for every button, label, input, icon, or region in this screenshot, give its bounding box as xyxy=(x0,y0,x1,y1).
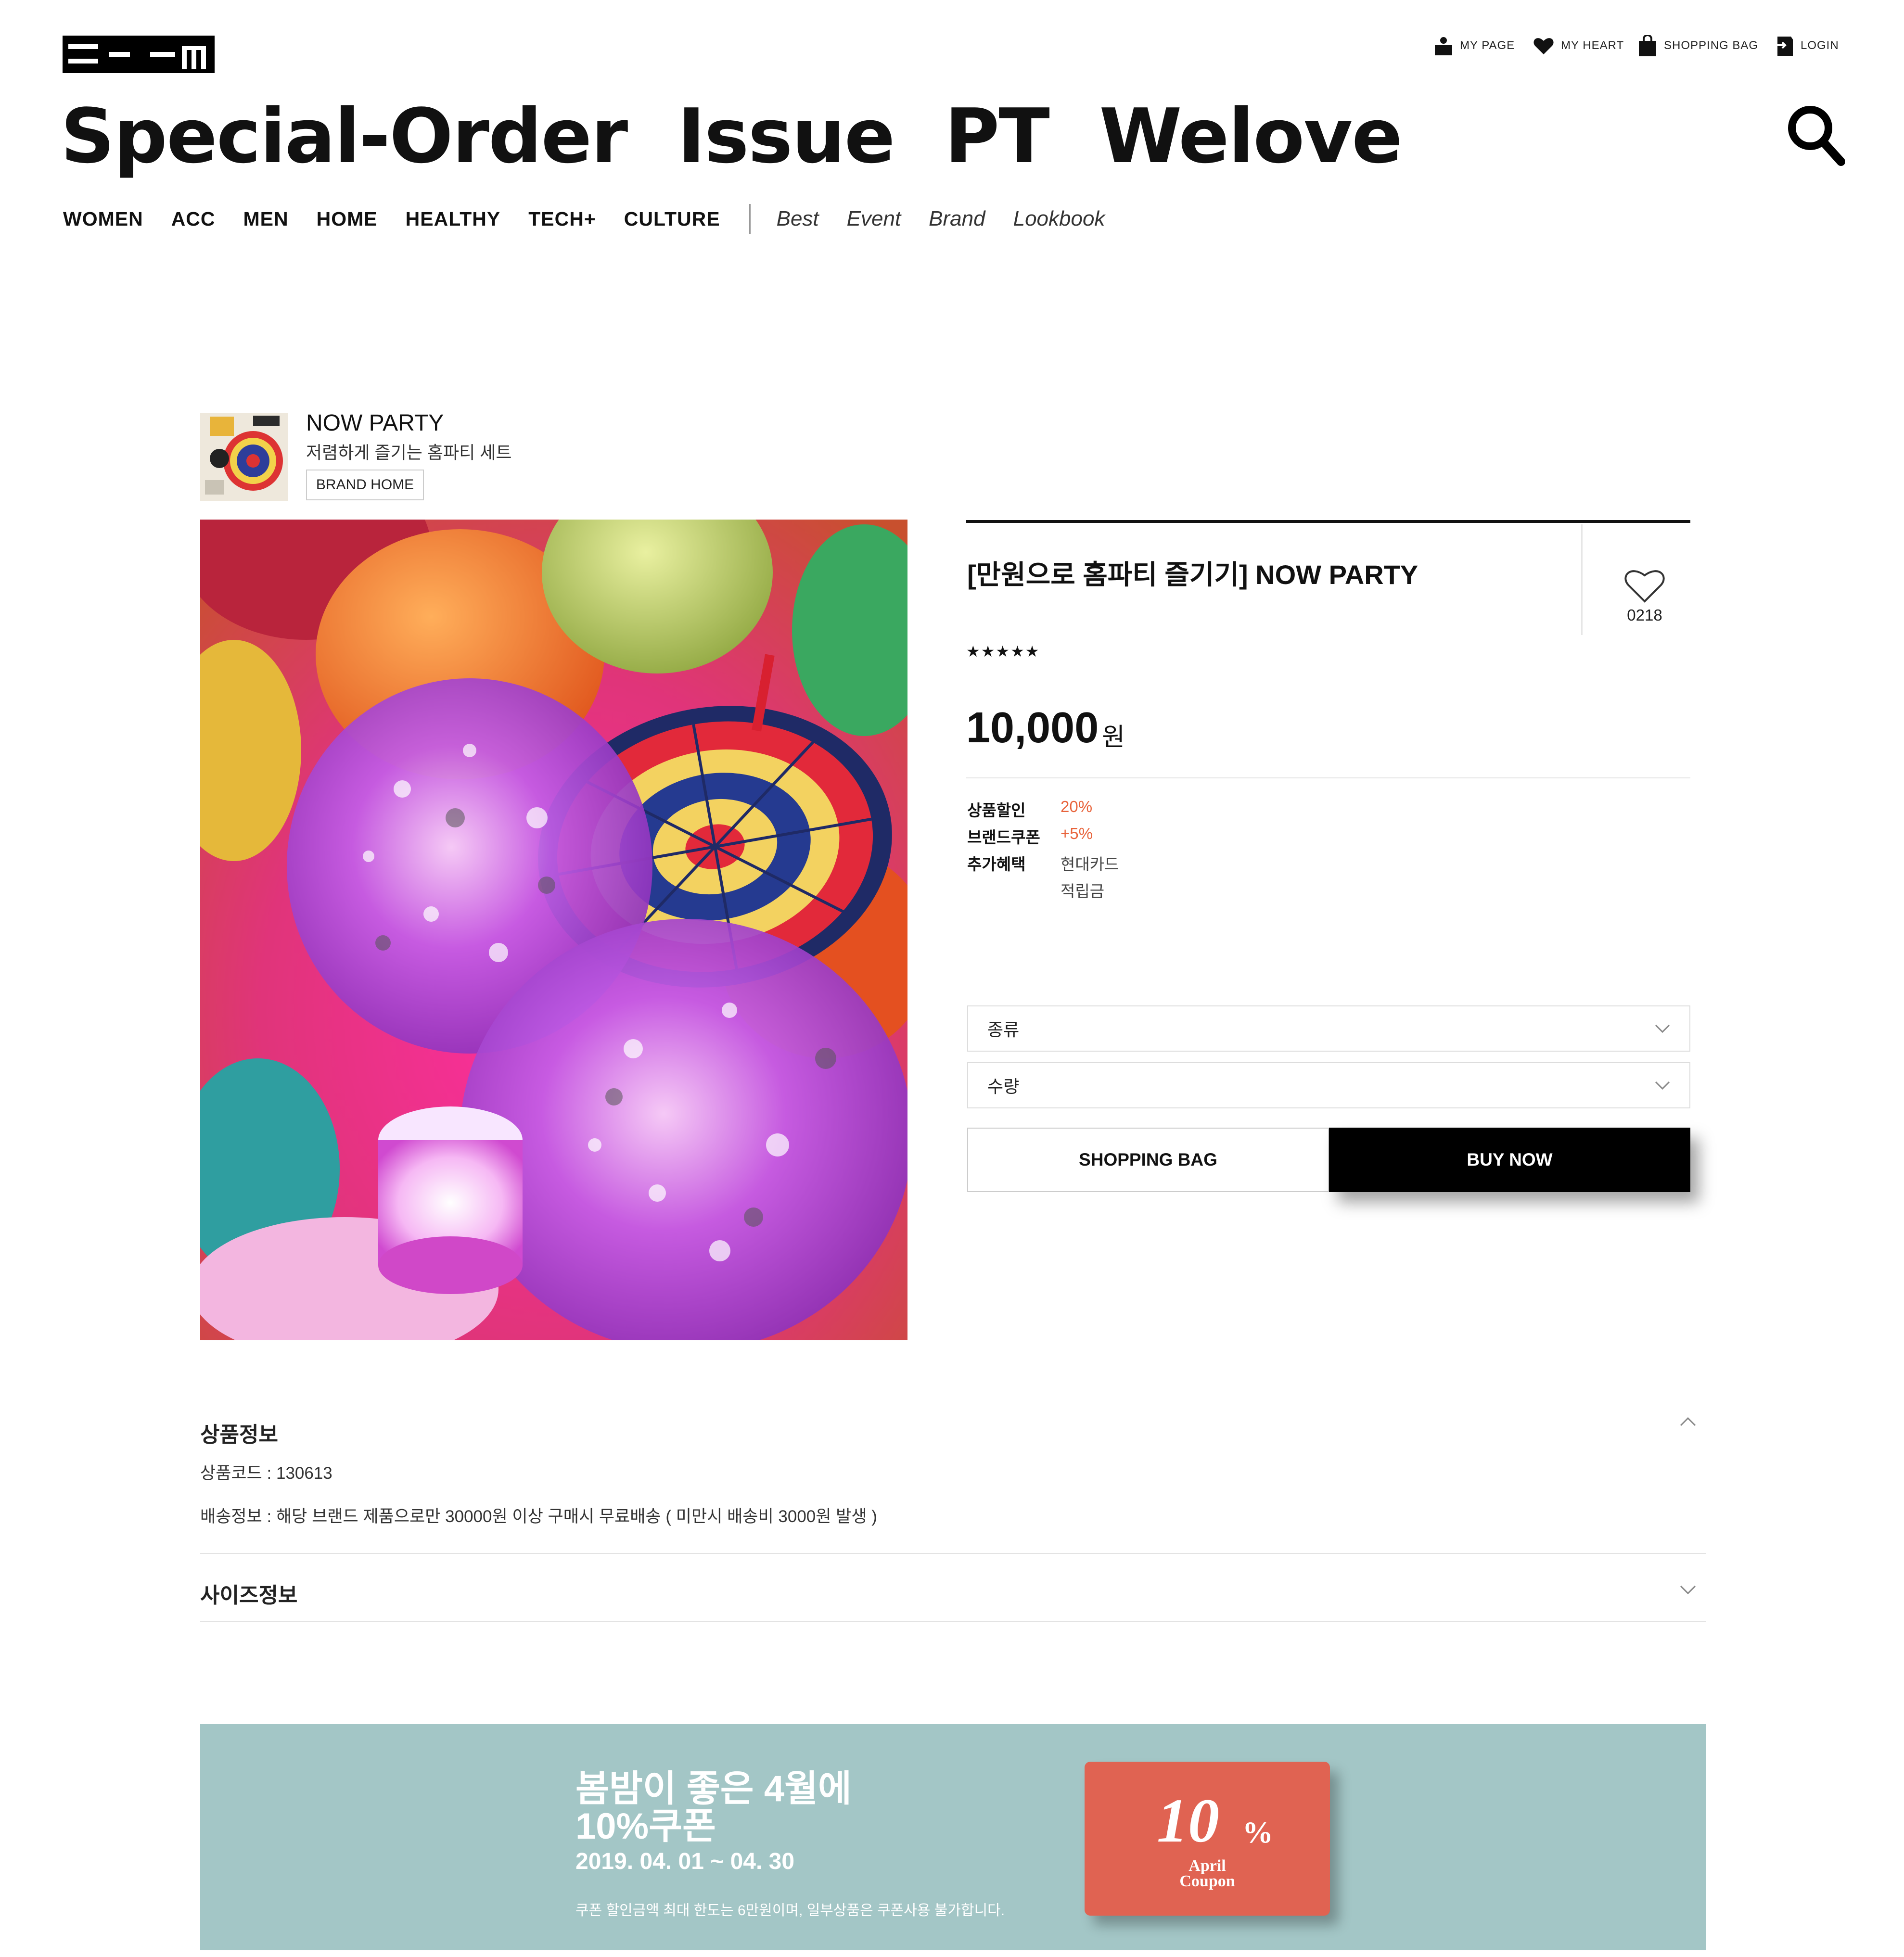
product-info-toggle[interactable]: 상품정보 xyxy=(200,1417,278,1448)
product-image[interactable] xyxy=(200,520,907,1340)
coupon-number: 10 xyxy=(1157,1786,1219,1855)
shipping-info: 배송정보 : 해당 브랜드 제품으로만 30000원 이상 구매시 무료배송 (… xyxy=(200,1507,877,1526)
login-label: LOGIN xyxy=(1801,39,1839,52)
info-vertical-divider xyxy=(1581,524,1583,635)
nav-item-home[interactable]: HOME xyxy=(317,208,378,230)
benefit-label-discount: 상품할인 xyxy=(967,801,1026,819)
info-top-border xyxy=(966,520,1690,523)
nav-item-men[interactable]: MEN xyxy=(243,208,289,230)
nav-item-lookbook[interactable]: Lookbook xyxy=(1013,207,1105,231)
login-link[interactable]: LOGIN xyxy=(1776,34,1839,58)
shopping-bag-label: SHOPPING BAG xyxy=(1664,39,1759,52)
accordion-divider xyxy=(200,1553,1706,1554)
product-title: [만원으로 홈파티 즐기기] NOW PARTY xyxy=(967,559,1418,590)
option-quantity-placeholder: 수량 xyxy=(987,1077,1020,1096)
chevron-down-icon xyxy=(1655,1024,1670,1033)
nav-item-tech[interactable]: TECH+ xyxy=(528,208,596,230)
brand-home-button[interactable]: BRAND HOME xyxy=(306,470,424,500)
shopping-bag-icon xyxy=(1639,35,1656,56)
coupon-card: 10 % April Coupon xyxy=(1085,1762,1330,1916)
accordion-divider xyxy=(200,1621,1706,1622)
login-icon xyxy=(1776,37,1793,56)
brand-tagline: 저렴하게 즐기는 홈파티 세트 xyxy=(306,443,512,462)
chevron-down-icon[interactable] xyxy=(1679,1585,1697,1595)
my-page-link[interactable]: MY PAGE xyxy=(1434,34,1515,58)
main-navigation: WOMEN ACC MEN HOME HEALTHY TECH+ CULTURE… xyxy=(63,202,1133,236)
coupon-banner[interactable]: 봄밤이 좋은 4월에 10%쿠폰 2019. 04. 01 ~ 04. 30 쿠… xyxy=(200,1724,1706,1950)
coupon-label-april: April xyxy=(1188,1857,1226,1875)
add-to-bag-button[interactable]: SHOPPING BAG xyxy=(967,1128,1329,1192)
nav-item-women[interactable]: WOMEN xyxy=(63,208,143,230)
option-type-select[interactable]: 종류 xyxy=(967,1005,1690,1052)
user-icon xyxy=(1435,37,1452,55)
like-count: 0218 xyxy=(1627,606,1662,624)
option-quantity-select[interactable]: 수량 xyxy=(967,1062,1690,1108)
nav-item-culture[interactable]: CULTURE xyxy=(624,208,720,230)
coupon-label-coupon: Coupon xyxy=(1179,1872,1235,1890)
nav-item-healthy[interactable]: HEALTHY xyxy=(406,208,501,230)
price-unit: 원 xyxy=(1102,724,1125,751)
banner-note: 쿠폰 할인금액 최대 한도는 6만원이며, 일부상품은 쿠폰사용 불가합니다. xyxy=(575,1903,1005,1919)
site-logo[interactable] xyxy=(63,36,215,73)
search-icon xyxy=(1788,106,1845,166)
option-type-placeholder: 종류 xyxy=(987,1020,1020,1040)
banner-date: 2019. 04. 01 ~ 04. 30 xyxy=(575,1849,795,1874)
price-divider xyxy=(966,777,1690,778)
chevron-up-icon[interactable] xyxy=(1679,1416,1697,1427)
my-page-label: MY PAGE xyxy=(1460,39,1515,52)
banner-headline-coupon: 10%쿠폰 xyxy=(575,1806,716,1847)
nav-item-brand[interactable]: Brand xyxy=(929,207,985,231)
heart-outline-icon xyxy=(1624,570,1665,603)
product-code: 상품코드 : 130613 xyxy=(200,1464,332,1483)
benefit-value-card: 현대카드 xyxy=(1061,855,1119,873)
nav-item-best[interactable]: Best xyxy=(777,207,819,231)
search-button[interactable] xyxy=(1786,104,1845,166)
shopping-bag-link[interactable]: SHOPPING BAG xyxy=(1638,34,1758,58)
product-price: 10,000 xyxy=(966,704,1099,752)
heart-icon xyxy=(1533,38,1554,54)
benefit-label-coupon: 브랜드쿠폰 xyxy=(967,828,1040,846)
chevron-down-icon xyxy=(1655,1081,1670,1090)
my-heart-label: MY HEART xyxy=(1561,39,1624,52)
nav-divider xyxy=(749,204,751,234)
coupon-percent: % xyxy=(1242,1815,1273,1849)
my-heart-link[interactable]: MY HEART xyxy=(1533,34,1624,58)
site-title: Special-Order Issue PT Welove xyxy=(61,92,1403,180)
benefit-value-discount: 20% xyxy=(1061,798,1093,815)
nav-item-event[interactable]: Event xyxy=(847,207,901,231)
rating-stars: ★★★★★ xyxy=(966,643,1040,660)
benefit-label-extra: 추가혜택 xyxy=(967,855,1026,873)
buy-now-button[interactable]: BUY NOW xyxy=(1329,1128,1690,1192)
like-button[interactable] xyxy=(1622,563,1668,611)
brand-name[interactable]: NOW PARTY xyxy=(306,410,444,436)
size-info-toggle[interactable]: 사이즈정보 xyxy=(200,1578,297,1609)
benefit-value-points: 적립금 xyxy=(1061,882,1105,900)
brand-thumbnail[interactable] xyxy=(200,413,288,501)
nav-item-acc[interactable]: ACC xyxy=(171,208,216,230)
benefit-value-coupon: +5% xyxy=(1061,825,1093,842)
